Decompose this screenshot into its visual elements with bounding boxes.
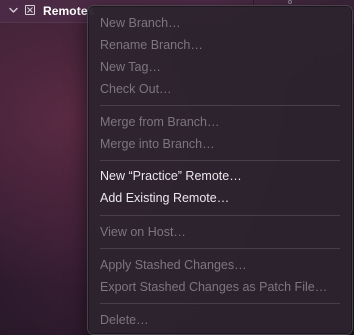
context-menu: New Branch… Rename Branch… New Tag… Chec… [87,5,353,335]
menu-separator [100,215,340,216]
menu-item-new-tag[interactable]: New Tag… [88,56,352,78]
menu-item-merge-into-branch[interactable]: Merge into Branch… [88,133,352,155]
menu-item-apply-stashed-changes[interactable]: Apply Stashed Changes… [88,254,352,276]
menu-separator [100,160,340,161]
menu-separator [100,248,340,249]
menu-item-new-practice-remote[interactable]: New “Practice” Remote… [88,165,352,187]
menu-item-rename-branch[interactable]: Rename Branch… [88,34,352,56]
menu-item-new-branch[interactable]: New Branch… [88,12,352,34]
menu-item-merge-from-branch[interactable]: Merge from Branch… [88,111,352,133]
menu-separator [100,105,340,106]
chevron-down-icon[interactable] [9,6,18,15]
menu-item-delete[interactable]: Delete… [88,309,352,331]
menu-item-export-stashed-changes[interactable]: Export Stashed Changes as Patch File… [88,276,352,298]
menu-item-check-out[interactable]: Check Out… [88,78,352,100]
remote-icon [25,5,35,15]
menu-item-view-on-host[interactable]: View on Host… [88,221,352,243]
menu-item-add-existing-remote[interactable]: Add Existing Remote… [88,187,352,209]
menu-separator [100,303,340,304]
toolbar-dot-icon [288,0,292,4]
